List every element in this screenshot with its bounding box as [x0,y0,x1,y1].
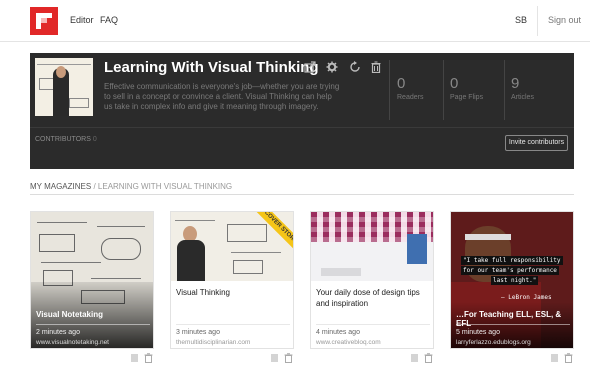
trash-icon[interactable] [144,353,153,363]
magazine-actions [304,61,384,75]
trash-icon[interactable] [564,353,573,363]
quote-author: — LeBron James [501,294,552,301]
stat-readers-label: Readers [397,94,424,101]
stat-divider [389,60,390,120]
quote-line: for our team's performance [461,266,559,275]
article-time: 4 minutes ago [316,329,360,336]
article-image [311,212,433,281]
article-source[interactable]: larryferlazzo.edublogs.org [456,339,531,346]
flipboard-logo[interactable] [30,7,58,35]
contributors-count: 0 [92,136,97,143]
stat-readers-value: 0 [397,75,406,92]
card-tools [550,353,574,363]
nav-divider [537,6,538,36]
gear-icon[interactable] [326,61,338,73]
article-source[interactable]: themultidisciplinarian.com [176,339,250,346]
article-card[interactable]: "I take full responsibility for our team… [450,211,574,349]
trash-icon[interactable] [424,353,433,363]
article-divider [176,324,290,325]
stat-divider [443,60,444,120]
article-image: COVER STORY [171,212,293,281]
stat-page-flips-value: 0 [450,75,459,92]
article-time: 2 minutes ago [36,329,80,336]
article-time: 3 minutes ago [176,329,220,336]
card-tools [270,353,294,363]
sign-out-link[interactable]: Sign out [548,15,581,25]
stat-divider [504,60,505,120]
card-tools [410,353,434,363]
article-card[interactable]: Visual Notetaking 2 minutes ago www.visu… [30,211,154,349]
user-initials[interactable]: SB [515,15,527,25]
article-title[interactable]: Your daily dose of design tips and inspi… [316,287,430,309]
article-title[interactable]: Visual Thinking [176,287,290,298]
stat-page-flips-label: Page Flips [450,94,484,101]
top-bar: Editor FAQ SB Sign out [0,0,590,42]
breadcrumb-current: LEARNING WITH VISUAL THINKING [97,182,233,191]
invite-contributors-button[interactable]: Invite contributors [505,135,568,151]
breadcrumb-separator: / [93,182,96,191]
trash-icon[interactable] [370,61,382,73]
refresh-icon[interactable] [349,61,361,73]
contributors-label: CONTRIBUTORS 0 [35,136,97,143]
stat-articles-label: Articles [511,94,534,101]
nav-faq-link[interactable]: FAQ [100,15,118,25]
breadcrumb-my-magazines[interactable]: MY MAGAZINES [30,182,91,191]
list-icon[interactable] [410,353,419,363]
article-title[interactable]: Visual Notetaking [36,310,103,319]
article-time: 5 minutes ago [456,329,500,336]
article-divider [36,324,150,325]
article-card[interactable]: Your daily dose of design tips and inspi… [310,211,434,349]
article-title[interactable]: …For Teaching ELL, ESL, & EFL [456,310,573,328]
list-icon[interactable] [270,353,279,363]
contributors-text: CONTRIBUTORS [35,136,91,143]
stat-readers: 0 Readers [397,75,423,101]
quote-line: "I take full responsibility [461,256,563,265]
stat-articles: 9 Articles [511,75,534,101]
card-tools [130,353,154,363]
magazine-title: Learning With Visual Thinking [104,59,319,76]
magazine-header-panel: Learning With Visual Thinking Effective … [30,53,574,169]
share-icon[interactable] [304,61,316,73]
breadcrumb-divider [30,194,574,195]
article-divider [456,324,570,325]
article-card[interactable]: COVER STORY Visual Thinking 3 minutes ag… [170,211,294,349]
article-source[interactable]: www.creativebloq.com [316,339,381,346]
magazine-cover-thumbnail[interactable] [35,58,93,116]
stat-articles-value: 9 [511,75,520,92]
trash-icon[interactable] [284,353,293,363]
list-icon[interactable] [550,353,559,363]
panel-divider [30,127,574,128]
quote-line: last night." [491,276,539,285]
stat-page-flips: 0 Page Flips [450,75,483,101]
magazine-description: Effective communication is everyone's jo… [104,82,340,111]
list-icon[interactable] [130,353,139,363]
article-divider [316,324,430,325]
article-source[interactable]: www.visualnotetaking.net [36,339,109,346]
nav-editor-link[interactable]: Editor [70,15,94,25]
breadcrumb: MY MAGAZINES / LEARNING WITH VISUAL THIN… [30,182,232,191]
